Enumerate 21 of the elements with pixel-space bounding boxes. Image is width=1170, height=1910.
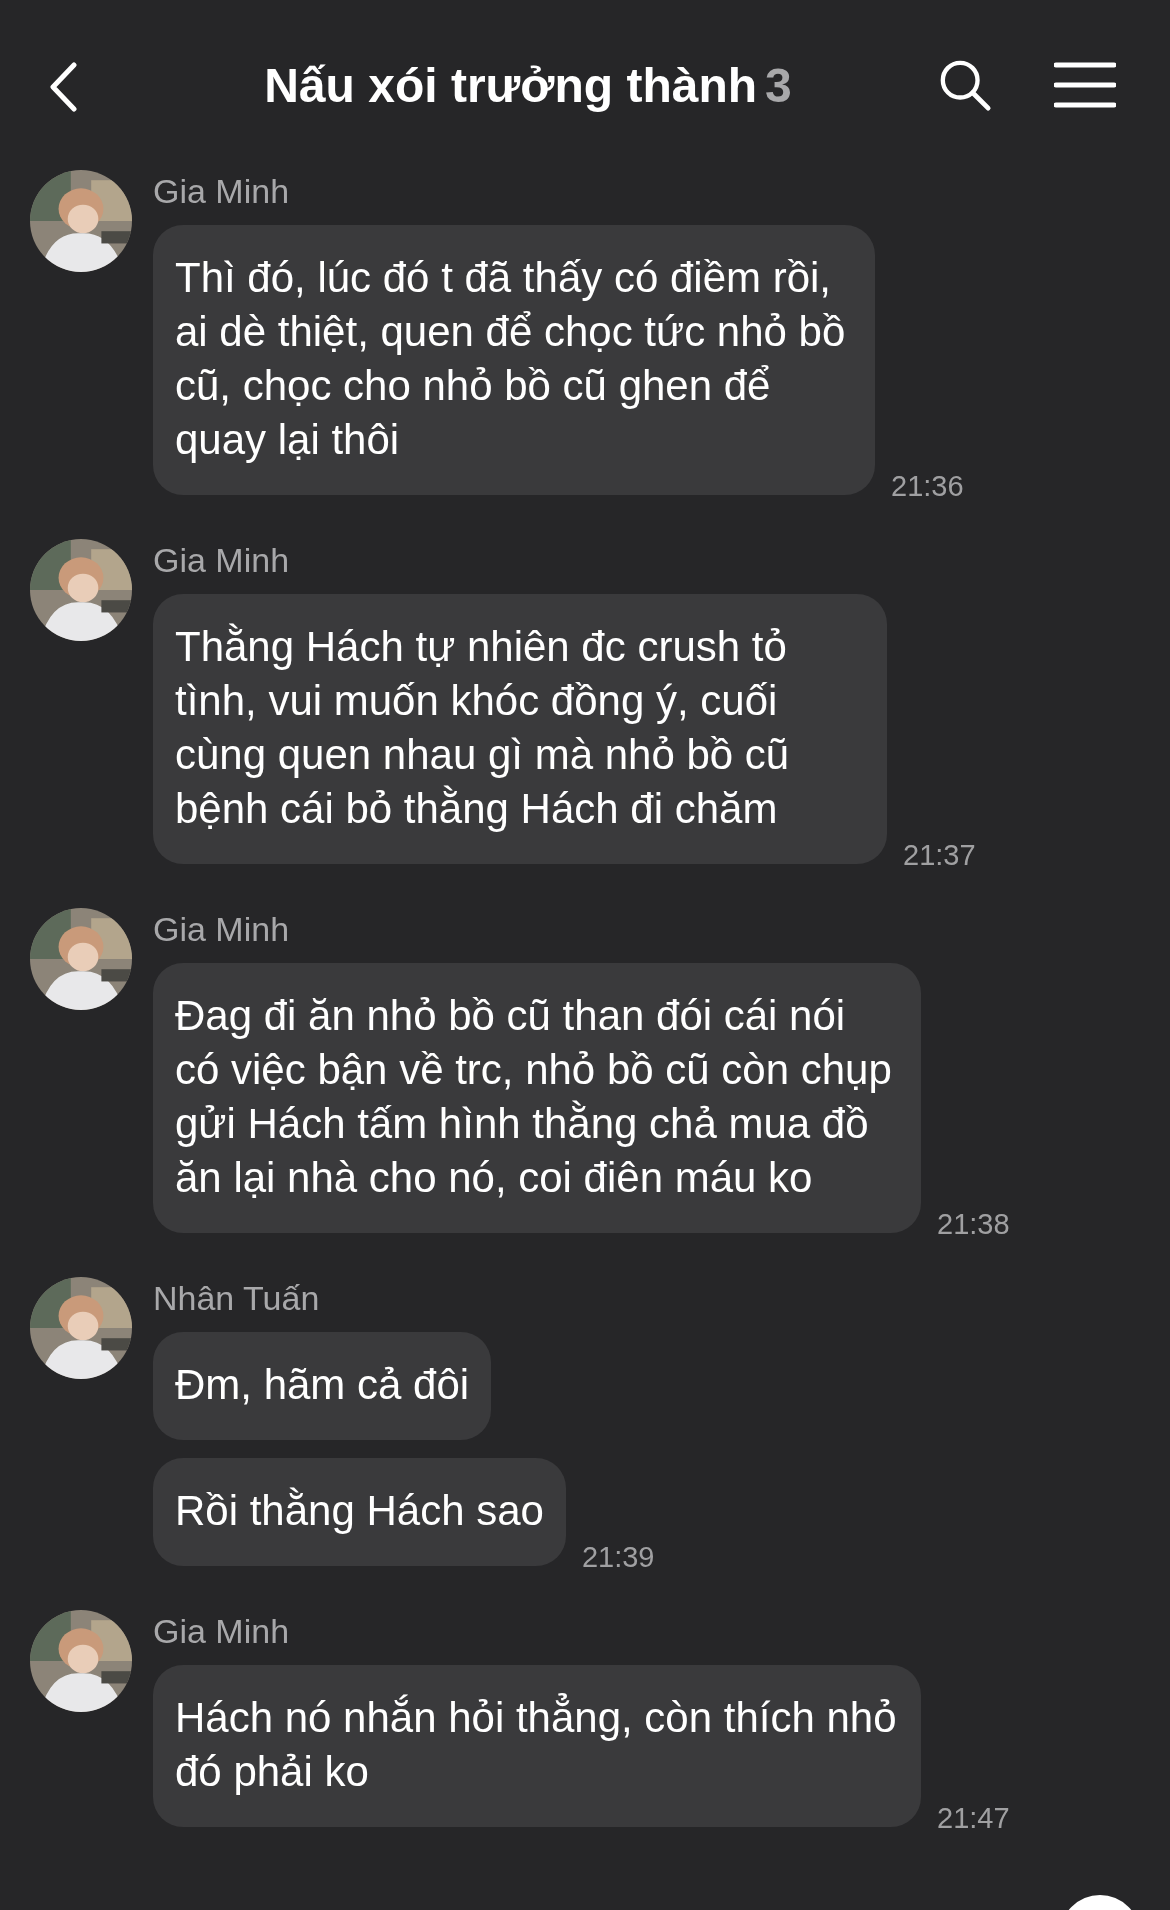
message-bubble[interactable]: Đag đi ăn nhỏ bồ cũ than đói cái nói có việc bận về trc, nhỏ bồ cũ còn chụp gửi Hách tấm hình thằng chả mua đồ ăn lại nhà cho nó, coi điên máu ko: [153, 963, 921, 1233]
message-time: 21:47: [937, 1802, 1010, 1835]
sender-name: Gia Minh: [153, 1612, 291, 1651]
message-time: 21:38: [937, 1208, 1010, 1241]
message-bubble[interactable]: Đm, hãm cả đôi: [153, 1332, 492, 1440]
message-bubble[interactable]: Hách nó nhắn hỏi thẳng, còn thích nhỏ đó phải ko: [153, 1665, 921, 1827]
message-time: 21:36: [891, 470, 964, 503]
chat-title: Nấu xói trưởng thành: [264, 58, 758, 112]
message-time: 21:37: [903, 839, 976, 872]
message-time: 21:39: [581, 1541, 655, 1574]
sender-name: Gia Minh: [153, 910, 291, 949]
sender-name: Gia Minh: [153, 541, 291, 580]
message-bubble[interactable]: Thì đó, lúc đó t đã thấy có điềm rồi, ai dè thiệt, quen để chọc tức nhỏ bồ cũ, chọc cho nhỏ bồ cũ ghen để quay lại thôi: [153, 225, 875, 495]
search-icon[interactable]: [938, 58, 992, 112]
member-count: 3: [765, 58, 792, 112]
message-bubble[interactable]: Rồi thằng Hách sao: [153, 1458, 566, 1566]
message-bubble[interactable]: Thằng Hách tự nhiên đc crush tỏ tình, vui muốn khóc đồng ý, cuối cùng quen nhau gì mà nhỏ bồ cũ bệnh cái bỏ thằng Hách đi chăm: [153, 594, 887, 864]
sender-name: Nhân Tuấn: [153, 1279, 321, 1318]
back-icon[interactable]: [48, 62, 78, 112]
menu-icon[interactable]: [1054, 62, 1116, 108]
sender-name: Gia Minh: [153, 172, 291, 211]
